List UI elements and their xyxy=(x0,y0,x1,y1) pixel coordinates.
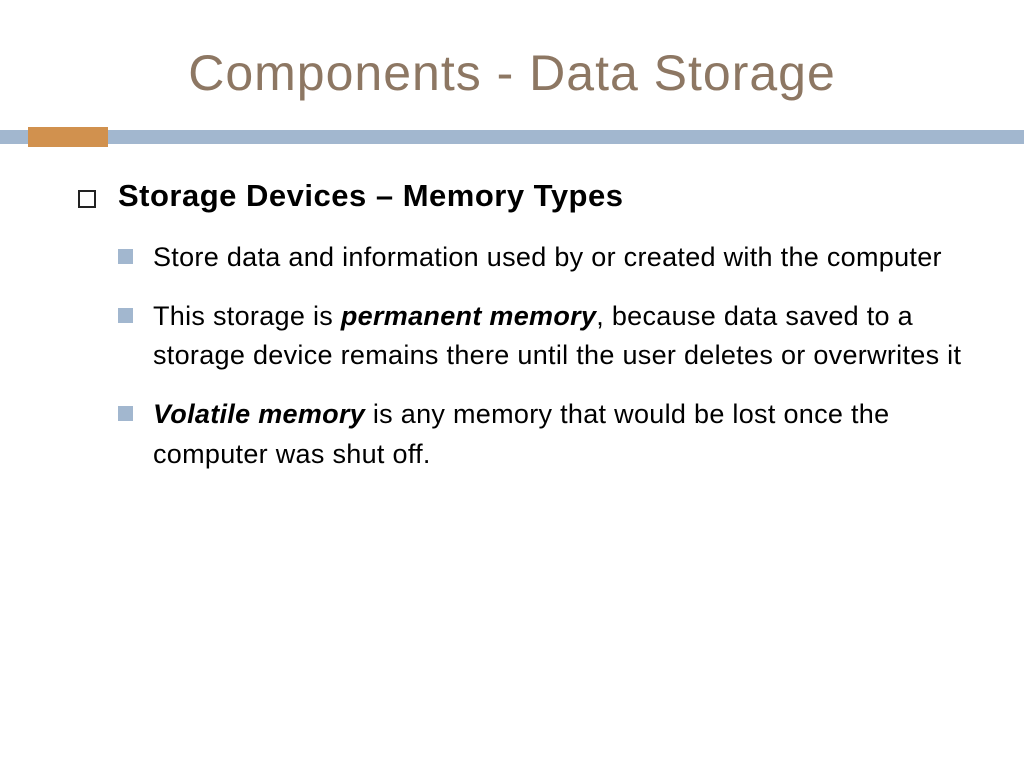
content-area: Storage Devices – Memory Types Store dat… xyxy=(78,178,964,494)
emphasized-term: Volatile memory xyxy=(153,399,365,429)
square-bullet-outline-icon xyxy=(78,190,96,208)
accent-bar xyxy=(0,130,1024,144)
slide-title: Components - Data Storage xyxy=(0,44,1024,102)
square-bullet-filled-icon xyxy=(118,308,133,323)
list-item: Store data and information used by or cr… xyxy=(118,238,964,277)
bullet-text-2: This storage is permanent memory, becaus… xyxy=(153,297,964,375)
title-area: Components - Data Storage xyxy=(0,0,1024,102)
bullet-text-3: Volatile memory is any memory that would… xyxy=(153,395,964,473)
sub-list: Store data and information used by or cr… xyxy=(78,238,964,474)
list-item: This storage is permanent memory, becaus… xyxy=(118,297,964,375)
emphasized-term: permanent memory xyxy=(341,301,596,331)
main-heading-row: Storage Devices – Memory Types xyxy=(78,178,964,214)
square-bullet-filled-icon xyxy=(118,249,133,264)
accent-tab xyxy=(28,127,108,147)
bullet-text-1: Store data and information used by or cr… xyxy=(153,238,942,277)
text-fragment: This storage is xyxy=(153,301,341,331)
main-heading-text: Storage Devices – Memory Types xyxy=(118,178,623,214)
list-item: Volatile memory is any memory that would… xyxy=(118,395,964,473)
square-bullet-filled-icon xyxy=(118,406,133,421)
